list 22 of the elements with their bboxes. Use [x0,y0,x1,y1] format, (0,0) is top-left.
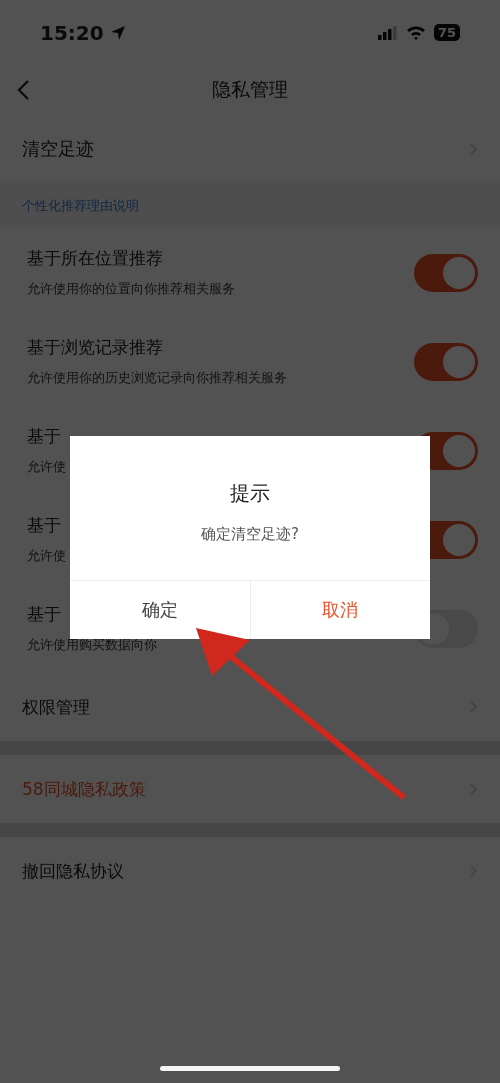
setting-description: 允许使用购买数据向你 [27,636,157,654]
setting-title: 基于浏览记录推荐 [27,336,163,359]
dialog-message: 确定清空足迹? [201,525,299,544]
signal-icon [377,25,398,40]
back-icon[interactable] [16,79,30,101]
setting-description: 允许使用你的历史浏览记录向你推荐相关服务 [27,369,287,387]
setting-description: 允许使 [27,458,66,476]
setting-title: 基于所在位置推荐 [27,247,163,270]
wifi-icon [405,25,426,40]
dialog-title: 提示 [230,480,270,507]
setting-title: 基于 [27,514,61,537]
battery-level: 75 [433,24,460,41]
clock-time: 15:20 [40,20,104,45]
setting-description: 允许使 [27,547,66,565]
toggle-switch[interactable] [414,253,478,292]
setting-title: 基于 [27,603,61,626]
row-label: 清空足迹 [22,137,94,161]
toggle-switch[interactable] [414,342,478,381]
page-title: 隐私管理 [212,77,288,102]
setting-description: 允许使用你的位置向你推荐相关服务 [27,280,235,298]
setting-title: 基于 [27,425,61,448]
location-arrow-icon [109,24,126,41]
